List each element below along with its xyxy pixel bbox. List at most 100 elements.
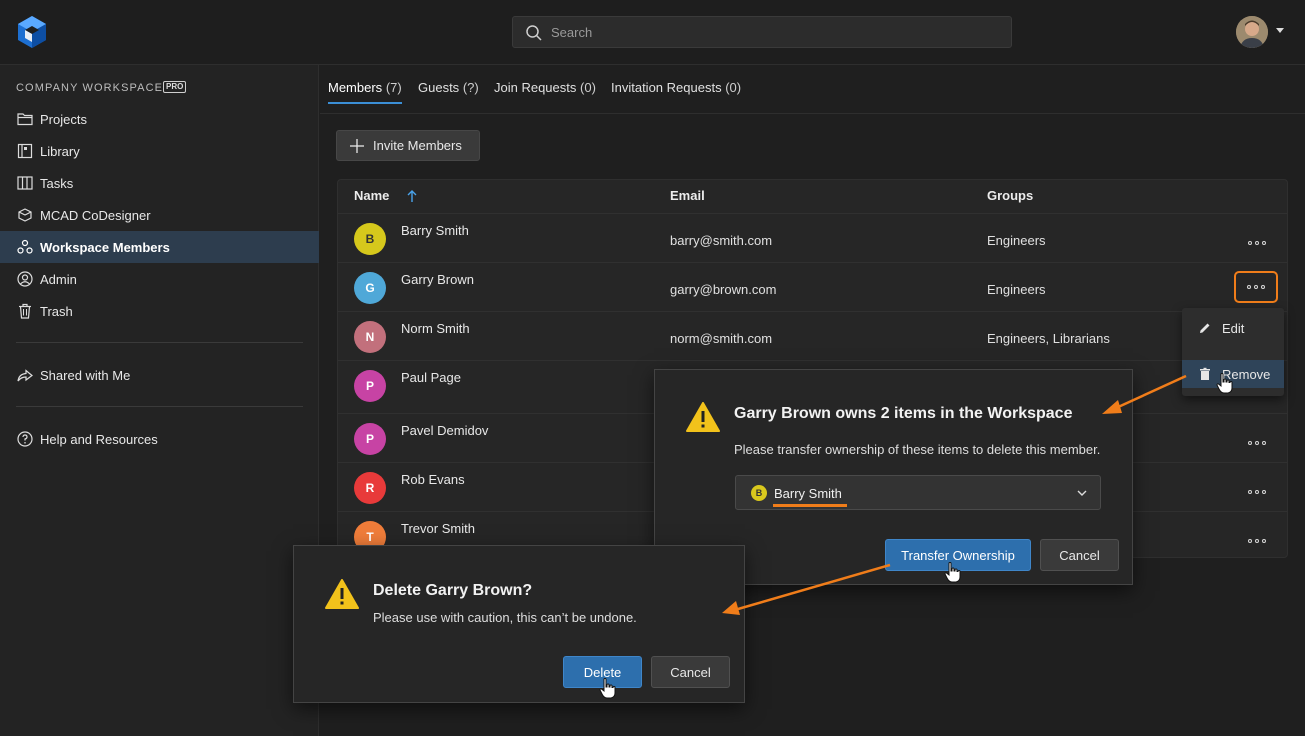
avatar: G: [354, 272, 386, 304]
help-icon: [17, 431, 33, 447]
share-icon: [17, 369, 33, 382]
hand-cursor-icon: [1216, 373, 1233, 394]
table-row[interactable]: N Norm Smith norm@smith.com Engineers, L…: [338, 311, 1287, 360]
sidebar-item-label: Shared with Me: [40, 367, 131, 383]
tab-members[interactable]: Members (7): [328, 80, 402, 95]
dialog-title: Delete Garry Brown?: [373, 582, 533, 599]
sidebar-item-label: Trash: [40, 303, 73, 319]
more-actions-button[interactable]: [1235, 477, 1279, 507]
sidebar: COMPANY WORKSPACE PRO Projects Library T…: [0, 65, 319, 736]
tab-join-requests[interactable]: Join Requests (0): [494, 80, 596, 95]
sidebar-item-label: Admin: [40, 271, 77, 287]
workspace-title: COMPANY WORKSPACE: [16, 82, 164, 94]
more-dots-icon: [1248, 539, 1266, 543]
table-row[interactable]: G Garry Brown garry@brown.com Engineers: [338, 262, 1287, 311]
sidebar-item-label: Help and Resources: [40, 431, 158, 447]
active-tab-indicator: [328, 102, 402, 104]
user-avatar[interactable]: [1236, 16, 1268, 48]
invite-members-label: Invite Members: [373, 138, 462, 153]
sidebar-item-tasks[interactable]: Tasks: [0, 167, 319, 199]
member-name: Rob Evans: [401, 472, 465, 487]
member-groups: Engineers: [987, 233, 1046, 248]
more-actions-button[interactable]: [1235, 228, 1279, 258]
hand-cursor-icon: [599, 678, 616, 699]
more-dots-icon: [1248, 241, 1266, 245]
cancel-button[interactable]: Cancel: [651, 656, 730, 688]
more-dots-icon: [1248, 490, 1266, 494]
cancel-button[interactable]: Cancel: [1040, 539, 1119, 571]
column-header-groups[interactable]: Groups: [987, 188, 1033, 203]
member-name: Norm Smith: [401, 321, 470, 336]
dialog-message: Please use with caution, this can’t be u…: [373, 610, 637, 625]
annotation-underline: [773, 504, 847, 507]
pro-badge: PRO: [163, 81, 187, 93]
dialog-message: Please transfer ownership of these items…: [734, 442, 1101, 457]
delete-member-dialog: Delete Garry Brown? Please use with caut…: [293, 545, 745, 703]
mcad-icon: [18, 208, 32, 222]
more-dots-icon: [1248, 441, 1266, 445]
tab-guests[interactable]: Guests (?): [418, 80, 479, 95]
avatar: B: [354, 223, 386, 255]
avatar: P: [354, 423, 386, 455]
column-header-name[interactable]: Name: [354, 188, 389, 203]
sidebar-item-shared-with-me[interactable]: Shared with Me: [0, 359, 319, 391]
avatar: B: [751, 485, 767, 501]
tab-invitation-requests[interactable]: Invitation Requests (0): [611, 80, 741, 95]
member-name: Garry Brown: [401, 272, 474, 287]
invite-members-button[interactable]: Invite Members: [336, 130, 480, 161]
member-name: Barry Smith: [401, 223, 469, 238]
member-name: Paul Page: [401, 370, 461, 385]
sort-ascending-icon[interactable]: [406, 189, 418, 203]
new-owner-select[interactable]: B Barry Smith: [735, 475, 1101, 510]
trash-icon: [19, 303, 31, 319]
column-header-email[interactable]: Email: [670, 188, 705, 203]
sidebar-item-mcad-codesigner[interactable]: MCAD CoDesigner: [0, 199, 319, 231]
sidebar-item-library[interactable]: Library: [0, 135, 319, 167]
search-input[interactable]: [551, 17, 1001, 47]
avatar: P: [354, 370, 386, 402]
hand-cursor-icon: [944, 562, 961, 583]
warning-icon: [686, 402, 720, 432]
search-icon: [526, 25, 542, 41]
member-groups: Engineers: [987, 282, 1046, 297]
menu-item-edit[interactable]: Edit: [1182, 314, 1284, 342]
avatar: R: [354, 472, 386, 504]
member-email: barry@smith.com: [670, 233, 773, 248]
more-actions-button[interactable]: [1235, 526, 1279, 556]
members-icon: [17, 239, 33, 254]
avatar: N: [354, 321, 386, 353]
member-name: Trevor Smith: [401, 521, 475, 536]
sidebar-item-label: Tasks: [40, 175, 74, 191]
sidebar-item-label: Workspace Members: [40, 239, 170, 255]
member-email: garry@brown.com: [670, 282, 777, 297]
sidebar-item-admin[interactable]: Admin: [0, 263, 319, 295]
chevron-down-icon: [1077, 490, 1087, 496]
trash-icon: [1200, 367, 1210, 380]
table-row[interactable]: B Barry Smith barry@smith.com Engineers: [338, 213, 1287, 262]
sidebar-item-label: MCAD CoDesigner: [40, 207, 151, 223]
member-groups: Engineers, Librarians: [987, 331, 1110, 346]
plus-icon: [350, 138, 364, 153]
warning-icon: [325, 579, 359, 609]
sidebar-item-trash[interactable]: Trash: [0, 295, 319, 327]
pencil-icon: [1200, 323, 1210, 333]
search-box[interactable]: [512, 16, 1012, 48]
sidebar-item-projects[interactable]: Projects: [0, 103, 319, 135]
more-dots-icon: [1247, 285, 1265, 289]
dialog-title: Garry Brown owns 2 items in the Workspac…: [734, 405, 1073, 422]
top-bar: [0, 0, 1305, 65]
sidebar-item-workspace-members[interactable]: Workspace Members: [0, 231, 319, 263]
more-actions-button[interactable]: [1234, 271, 1278, 303]
admin-icon: [17, 271, 33, 287]
sidebar-item-label: Projects: [40, 111, 87, 127]
library-icon: [17, 143, 33, 159]
member-name: Pavel Demidov: [401, 423, 489, 438]
more-actions-button[interactable]: [1235, 428, 1279, 458]
sidebar-item-label: Library: [40, 143, 80, 159]
app-logo-icon[interactable]: [16, 15, 48, 49]
chevron-down-icon[interactable]: [1276, 28, 1284, 33]
tasks-icon: [17, 176, 33, 190]
member-email: norm@smith.com: [670, 331, 773, 346]
sidebar-divider: [16, 406, 303, 407]
sidebar-item-help[interactable]: Help and Resources: [0, 423, 319, 455]
